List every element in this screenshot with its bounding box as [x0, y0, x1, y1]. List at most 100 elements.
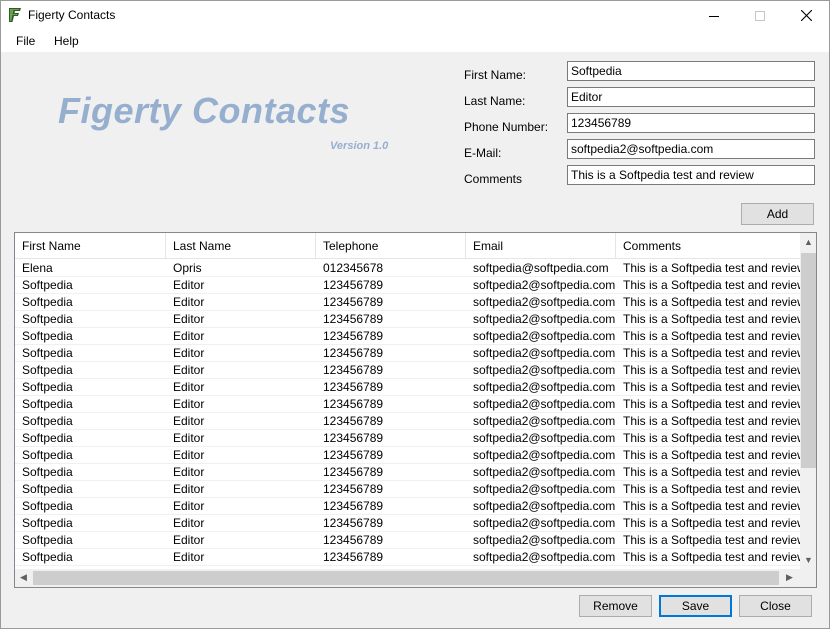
table-row[interactable]: Softpedia Editor 123456789 softpedia2@softp…: [15, 362, 800, 379]
cell-first-name: Softpedia: [22, 533, 73, 547]
figerty-logo-icon: [9, 8, 21, 22]
close-icon: [800, 10, 812, 21]
cell-last-name: Editor: [173, 295, 205, 309]
cell-comments: This is a Softpedia test and review: [623, 295, 800, 309]
contacts-grid: First Name Last Name Telephone Email Com…: [14, 232, 817, 588]
horizontal-scrollbar[interactable]: ◀ ▶: [15, 569, 800, 587]
cell-email: softpedia2@softpedia.com: [473, 499, 616, 513]
table-row[interactable]: Softpedia Editor 123456789 softpedia2@softp…: [15, 277, 800, 294]
cell-last-name: Editor: [173, 516, 205, 530]
cell-telephone: 123456789: [323, 431, 384, 445]
app-window: Figerty Contacts File Help Figerty Conta…: [0, 0, 830, 629]
logo-title: Figerty Contacts: [58, 90, 351, 131]
email-field[interactable]: [567, 139, 815, 159]
cell-telephone: 123456789: [323, 448, 384, 462]
table-row[interactable]: Softpedia Editor 123456789 softpedia2@softp…: [15, 498, 800, 515]
cell-email: softpedia2@softpedia.com: [473, 448, 616, 462]
table-row[interactable]: Softpedia Editor 123456789 softpedia2@softp…: [15, 311, 800, 328]
scroll-down-icon[interactable]: ▼: [804, 555, 813, 565]
cell-comments: This is a Softpedia test and review: [623, 312, 800, 326]
column-header-last-name[interactable]: Last Name: [166, 233, 316, 259]
last-name-field[interactable]: [567, 87, 815, 107]
table-row[interactable]: Softpedia Editor 123456789 softpedia2@softp…: [15, 515, 800, 532]
minimize-button[interactable]: [691, 1, 737, 30]
phone-field[interactable]: [567, 113, 815, 133]
first-name-label: First Name:: [464, 68, 527, 82]
scroll-left-icon[interactable]: ◀: [20, 572, 27, 583]
cell-comments: This is a Softpedia test and review: [623, 431, 800, 445]
cell-email: softpedia2@softpedia.com: [473, 363, 616, 377]
scroll-right-icon[interactable]: ▶: [786, 572, 793, 583]
cell-email: softpedia2@softpedia.com: [473, 550, 616, 564]
cell-last-name: Opris: [173, 261, 202, 275]
column-header-telephone[interactable]: Telephone: [316, 233, 466, 259]
table-row[interactable]: Softpedia Editor 123456789 softpedia2@softp…: [15, 379, 800, 396]
cell-last-name: Editor: [173, 363, 205, 377]
cell-email: softpedia2@softpedia.com: [473, 482, 616, 496]
column-header-email[interactable]: Email: [466, 233, 616, 259]
cell-comments: This is a Softpedia test and review: [623, 516, 800, 530]
cell-last-name: Editor: [173, 550, 205, 564]
cell-comments: This is a Softpedia test and review: [623, 482, 800, 496]
cell-telephone: 123456789: [323, 414, 384, 428]
horizontal-scroll-thumb[interactable]: [33, 571, 779, 585]
cell-comments: This is a Softpedia test and review: [623, 278, 800, 292]
cell-last-name: Editor: [173, 312, 205, 326]
table-row[interactable]: Softpedia Editor 123456789 softpedia2@softp…: [15, 345, 800, 362]
cell-telephone: 123456789: [323, 295, 384, 309]
vertical-scrollbar[interactable]: ▲ ▼: [800, 233, 816, 569]
phone-label: Phone Number:: [464, 120, 549, 134]
table-row[interactable]: Softpedia Editor 123456789 softpedia2@softp…: [15, 447, 800, 464]
cell-last-name: Editor: [173, 482, 205, 496]
table-row[interactable]: Softpedia Editor 123456789 softpedia2@softp…: [15, 294, 800, 311]
menu-help[interactable]: Help: [54, 34, 79, 48]
cell-first-name: Softpedia: [22, 312, 73, 326]
cell-email: softpedia2@softpedia.com: [473, 516, 616, 530]
menu-file[interactable]: File: [16, 34, 35, 48]
table-row[interactable]: Softpedia Editor 123456789 softpedia2@softp…: [15, 481, 800, 498]
table-row[interactable]: Elena Opris 012345678 softpedia@softpedia.c…: [15, 260, 800, 277]
close-button[interactable]: Close: [739, 595, 812, 617]
cell-telephone: 123456789: [323, 499, 384, 513]
maximize-button[interactable]: [737, 1, 783, 30]
table-row[interactable]: Softpedia Editor 123456789 softpedia2@softp…: [15, 396, 800, 413]
table-row[interactable]: Softpedia Editor 123456789 softpedia2@softp…: [15, 328, 800, 345]
remove-button[interactable]: Remove: [579, 595, 652, 617]
cell-first-name: Softpedia: [22, 380, 73, 394]
table-row[interactable]: Softpedia Editor 123456789 softpedia2@softp…: [15, 464, 800, 481]
cell-email: softpedia2@softpedia.com: [473, 295, 616, 309]
scroll-up-icon[interactable]: ▲: [804, 237, 813, 247]
minimize-icon: [709, 15, 719, 17]
cell-email: softpedia2@softpedia.com: [473, 329, 616, 343]
vertical-scroll-thumb[interactable]: [801, 253, 816, 468]
menu-bar: File Help: [1, 30, 829, 52]
cell-last-name: Editor: [173, 533, 205, 547]
table-row[interactable]: Softpedia Editor 123456789 softpedia2@softp…: [15, 532, 800, 549]
cell-email: softpedia2@softpedia.com: [473, 465, 616, 479]
save-button[interactable]: Save: [659, 595, 732, 617]
cell-last-name: Editor: [173, 380, 205, 394]
cell-first-name: Softpedia: [22, 346, 73, 360]
first-name-field[interactable]: [567, 61, 815, 81]
cell-comments: This is a Softpedia test and review: [623, 414, 800, 428]
cell-telephone: 123456789: [323, 516, 384, 530]
cell-comments: This is a Softpedia test and review: [623, 499, 800, 513]
comments-label: Comments: [464, 172, 523, 186]
cell-email: softpedia2@softpedia.com: [473, 431, 616, 445]
cell-email: softpedia@softpedia.com: [473, 261, 609, 275]
cell-comments: This is a Softpedia test and review: [623, 380, 800, 394]
scrollbar-corner: [800, 569, 816, 587]
cell-first-name: Softpedia: [22, 499, 73, 513]
column-header-comments[interactable]: Comments: [616, 233, 800, 259]
add-button[interactable]: Add: [741, 203, 814, 225]
table-row[interactable]: Softpedia Editor 123456789 softpedia2@softp…: [15, 413, 800, 430]
cell-comments: This is a Softpedia test and review: [623, 397, 800, 411]
grid-header: First Name Last Name Telephone Email Com…: [15, 233, 800, 259]
cell-first-name: Softpedia: [22, 295, 73, 309]
column-header-first-name[interactable]: First Name: [15, 233, 166, 259]
comments-field[interactable]: [567, 165, 815, 185]
close-window-button[interactable]: [783, 1, 829, 30]
table-row[interactable]: Softpedia Editor 123456789 softpedia2@softp…: [15, 430, 800, 447]
table-row[interactable]: Softpedia Editor 123456789 softpedia2@softp…: [15, 549, 800, 566]
cell-telephone: 012345678: [323, 261, 384, 275]
